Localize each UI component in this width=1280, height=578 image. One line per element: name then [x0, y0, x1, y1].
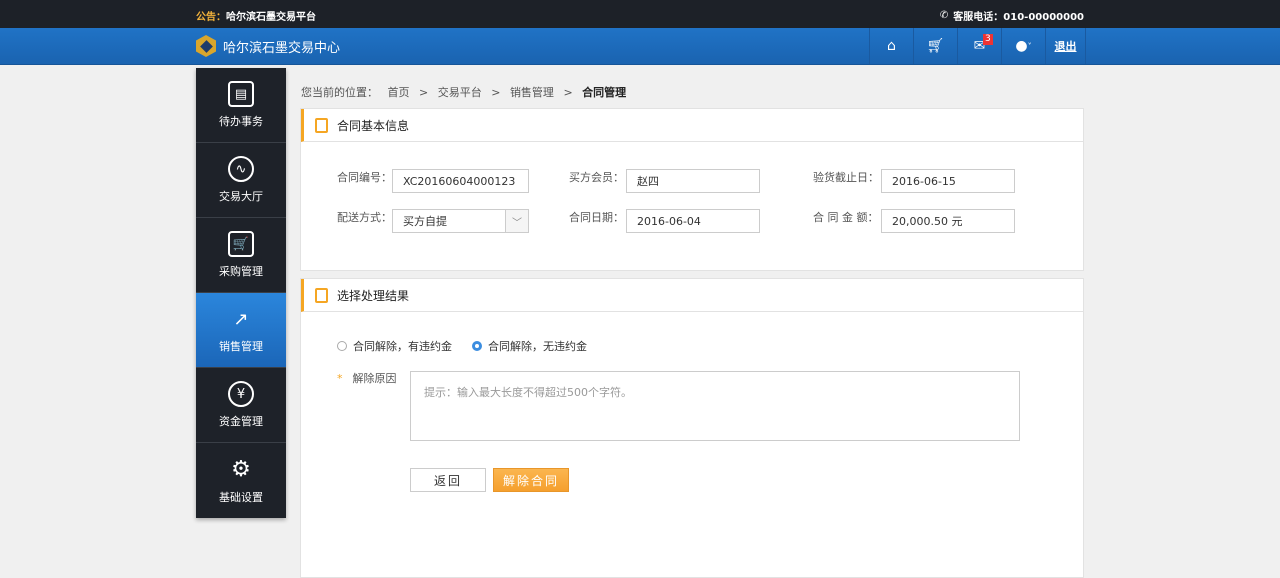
chevron-down-icon: ﹀ — [505, 210, 528, 232]
chart-icon: ↗ — [233, 308, 249, 330]
user-menu-button[interactable]: ● ˅ — [1001, 28, 1045, 64]
buyer-label: 买方会员： — [569, 171, 624, 184]
todo-icon: ▤ — [228, 81, 254, 107]
radio-icon — [337, 341, 347, 351]
gear-icon: ⚙ — [231, 457, 251, 482]
terminate-contract-button[interactable]: 解除合同 — [493, 468, 569, 492]
chevron-down-icon: ˅ — [1027, 41, 1032, 51]
sidebar-item-label: 待办事务 — [219, 115, 263, 128]
yen-icon: ¥ — [228, 381, 254, 407]
date-field[interactable]: 2016-06-04 — [626, 209, 760, 233]
trading-icon: ∿ — [228, 156, 254, 182]
reason-label: 解除原因 — [352, 372, 397, 385]
notice: 公告：哈尔滨石墨交易平台 — [196, 8, 316, 23]
phone-icon: ✆ — [939, 10, 949, 21]
sidebar-item-todo[interactable]: ▤ 待办事务 — [196, 68, 286, 143]
panel-title: 合同基本信息 — [337, 118, 410, 133]
breadcrumb-current: 合同管理 — [582, 86, 627, 99]
panel-title: 选择处理结果 — [337, 288, 410, 303]
required-mark: * — [337, 371, 343, 385]
breadcrumb-sep: > — [491, 86, 501, 99]
notice-text: 哈尔滨石墨交易平台 — [226, 12, 316, 23]
radio-with-penalty[interactable]: 合同解除，有违约金 — [337, 338, 452, 354]
brand[interactable]: 哈尔滨石墨交易中心 — [196, 35, 340, 57]
service-phone: ✆ 客服电话：010-00000000 — [940, 8, 1084, 23]
radio-selected-icon — [472, 341, 482, 351]
delivery-value: 买方自提 — [403, 215, 447, 228]
sidebar-item-label: 资金管理 — [219, 415, 263, 428]
sidebar-item-purchase[interactable]: 🛒 采购管理 — [196, 218, 286, 293]
sidebar-item-label: 采购管理 — [219, 265, 263, 278]
breadcrumb-sales[interactable]: 销售管理 — [510, 86, 554, 99]
radio-label: 合同解除，无违约金 — [488, 340, 587, 353]
breadcrumb-prefix: 您当前的位置： — [301, 86, 378, 99]
sidebar-item-label: 销售管理 — [219, 340, 263, 353]
amount-field[interactable]: 20,000.50 元 — [881, 209, 1015, 233]
delivery-select[interactable]: 买方自提 ﹀ — [392, 209, 529, 233]
sidebar-item-sales[interactable]: ↗ 销售管理 — [196, 293, 286, 368]
breadcrumb-home[interactable]: 首页 — [388, 86, 410, 99]
purchase-icon: 🛒 — [228, 231, 254, 257]
contract-no-label: 合同编号： — [337, 171, 392, 184]
sidebar-item-label: 交易大厅 — [219, 190, 263, 203]
logo-icon — [196, 35, 216, 57]
back-button[interactable]: 返回 — [410, 468, 486, 492]
notice-label: 公告： — [196, 12, 226, 23]
radio-label: 合同解除，有违约金 — [353, 340, 452, 353]
reason-textarea[interactable] — [410, 371, 1020, 441]
cart-button[interactable]: 🛒︎ — [913, 28, 957, 64]
phone-text: 客服电话：010-00000000 — [953, 12, 1084, 23]
breadcrumb-sep: > — [563, 86, 573, 99]
sidebar: ▤ 待办事务 ∿ 交易大厅 🛒 采购管理 ↗ 销售管理 ¥ 资金管理 ⚙ 基础设置 — [196, 68, 286, 518]
sidebar-item-funds[interactable]: ¥ 资金管理 — [196, 368, 286, 443]
delivery-label: 配送方式： — [337, 211, 392, 224]
sidebar-item-trading-hall[interactable]: ∿ 交易大厅 — [196, 143, 286, 218]
breadcrumb: 您当前的位置： 首页 > 交易平台 > 销售管理 > 合同管理 — [301, 84, 632, 100]
home-icon: ⌂ — [887, 38, 896, 54]
brand-name: 哈尔滨石墨交易中心 — [223, 40, 341, 56]
sidebar-item-settings[interactable]: ⚙ 基础设置 — [196, 443, 286, 518]
user-icon: ● — [1015, 38, 1028, 54]
main-nav: 哈尔滨石墨交易中心 ⌂ 🛒︎ ✉ 3 ● ˅ 退出 — [0, 28, 1280, 65]
mail-badge: 3 — [983, 34, 993, 45]
breadcrumb-sep: > — [419, 86, 429, 99]
amount-label: 合 同 金 额： — [813, 211, 879, 224]
home-button[interactable]: ⌂ — [869, 28, 913, 64]
breadcrumb-platform[interactable]: 交易平台 — [438, 86, 482, 99]
document-icon — [315, 117, 328, 133]
mail-button[interactable]: ✉ 3 — [957, 28, 1001, 64]
logout-link[interactable]: 退出 — [1045, 28, 1086, 64]
deadline-label: 验货截止日： — [813, 171, 879, 184]
sidebar-item-label: 基础设置 — [219, 490, 263, 504]
buyer-field[interactable]: 赵四 — [626, 169, 760, 193]
contract-no-field[interactable]: XC20160604000123 — [392, 169, 529, 193]
document-icon — [315, 287, 328, 303]
cart-icon: 🛒︎ — [926, 38, 945, 54]
deadline-field[interactable]: 2016-06-15 — [881, 169, 1015, 193]
date-label: 合同日期： — [569, 211, 624, 224]
top-bar: 公告：哈尔滨石墨交易平台 ✆ 客服电话：010-00000000 — [0, 0, 1280, 28]
radio-without-penalty[interactable]: 合同解除，无违约金 — [472, 338, 587, 354]
